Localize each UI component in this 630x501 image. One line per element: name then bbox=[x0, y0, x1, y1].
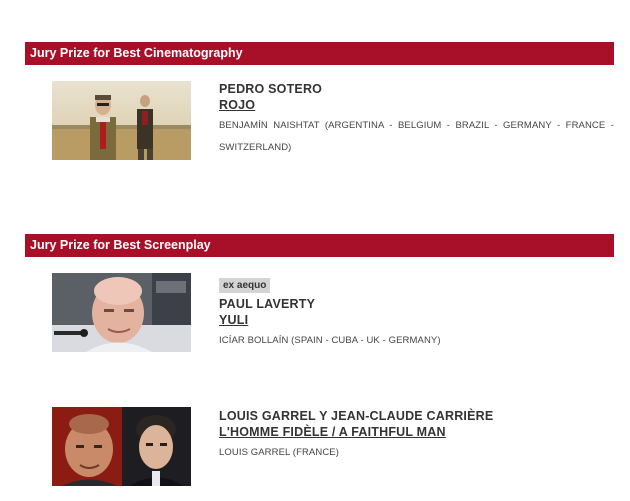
film-still-rojo[interactable] bbox=[52, 81, 191, 160]
film-credits: ICÍAR BOLLAÍN (SPAIN - CUBA - UK - GERMA… bbox=[219, 335, 441, 346]
film-title-link[interactable]: L'HOMME FIDÈLE / A FAITHFUL MAN bbox=[219, 424, 614, 440]
film-still-rojo-image bbox=[52, 81, 191, 160]
photo-paul-laverty-image bbox=[52, 273, 191, 352]
film-title-link[interactable]: YULI bbox=[219, 312, 614, 328]
film-title-link[interactable]: ROJO bbox=[219, 97, 614, 113]
photo-garrel-carriere[interactable] bbox=[52, 407, 191, 486]
winner-name: LOUIS GARREL Y JEAN-CLAUDE CARRIÈRE bbox=[219, 409, 494, 423]
section-header-screenplay: Jury Prize for Best Screenplay bbox=[25, 234, 614, 257]
film-credits: BENJAMÍN NAISHTAT (ARGENTINA - BELGIUM -… bbox=[219, 120, 614, 153]
photo-paul-laverty[interactable] bbox=[52, 273, 191, 352]
photo-garrel-carriere-image bbox=[52, 407, 191, 486]
section-header-cinematography: Jury Prize for Best Cinematography bbox=[25, 42, 614, 65]
ex-aequo-badge: ex aequo bbox=[219, 278, 271, 293]
winner-name: PEDRO SOTERO bbox=[219, 82, 323, 96]
film-credits: LOUIS GARREL (FRANCE) bbox=[219, 447, 339, 458]
winner-name: PAUL LAVERTY bbox=[219, 297, 316, 311]
